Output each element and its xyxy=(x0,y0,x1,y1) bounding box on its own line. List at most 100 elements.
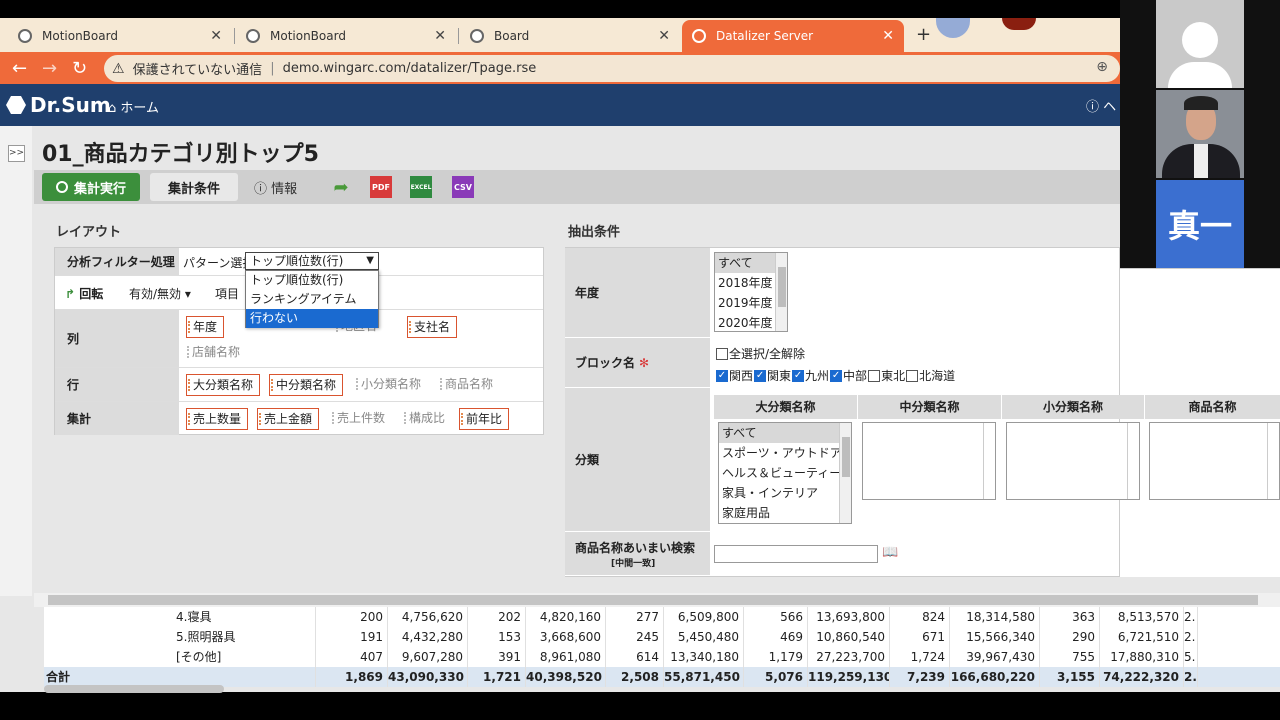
search-label: 商品名称あいまい検索 [中間一致] xyxy=(565,532,710,576)
chip-mid-category[interactable]: 中分類名称 xyxy=(269,374,344,396)
row-label: 行 xyxy=(55,368,179,401)
dropdown-option-highlighted[interactable]: 行わない xyxy=(246,309,378,328)
browser-toolbar: ← → ↻ ⚠ 保護されていない通信 | demo.wingarc.com/da… xyxy=(0,52,1120,84)
tab-close-icon[interactable]: ✕ xyxy=(210,28,222,44)
faded-background-content xyxy=(40,436,560,586)
browser-tab-3[interactable]: Board ✕ xyxy=(460,20,680,52)
chip-major-category[interactable]: 大分類名称 xyxy=(186,374,261,396)
chevron-down-icon: ▼ xyxy=(366,255,374,266)
browser-tab-1[interactable]: MotionBoard ✕ xyxy=(8,20,232,52)
chip-ratio[interactable]: 構成比 xyxy=(403,408,451,430)
product-search-input[interactable] xyxy=(714,545,878,563)
tab-favicon-icon xyxy=(246,29,260,43)
table-scrollbar[interactable] xyxy=(44,685,224,693)
value-cell: 8,961,080 xyxy=(526,647,606,667)
zoom-icon[interactable]: ⊕ xyxy=(1096,59,1108,75)
security-warning-text: 保護されていない通信 xyxy=(132,63,263,78)
chip-sales-amount[interactable]: 売上金額 xyxy=(257,408,320,430)
horizontal-scrollbar[interactable] xyxy=(34,593,1280,607)
block-option-kansai[interactable]: ✓ 関西 xyxy=(716,367,753,384)
expand-sidebar-icon[interactable]: >> xyxy=(8,145,25,162)
year-listbox[interactable]: すべて 2018年度 2019年度 2020年度 xyxy=(714,252,788,332)
required-icon: ✻ xyxy=(639,355,650,370)
value-cell: 469 xyxy=(744,627,808,647)
forward-arrow-icon[interactable]: → xyxy=(42,58,57,79)
value-cell: 2. xyxy=(1184,667,1198,687)
chip-sales-qty[interactable]: 売上数量 xyxy=(186,408,249,430)
value-cell: 200 xyxy=(316,607,388,627)
value-cell: 202 xyxy=(468,607,526,627)
minor-category-listbox[interactable] xyxy=(1006,422,1140,500)
major-category-listbox[interactable]: すべて スポーツ・アウトドア ヘルス＆ビューティー 家具・インテリア 家庭用品 xyxy=(718,422,852,524)
back-arrow-icon[interactable]: ← xyxy=(12,58,27,79)
browser-tab-2[interactable]: MotionBoard ✕ xyxy=(236,20,456,52)
checkbox-icon xyxy=(716,347,728,360)
value-cell: 13,693,800 xyxy=(808,607,890,627)
list-item[interactable]: すべて xyxy=(719,423,851,443)
value-cell: 13,340,180 xyxy=(664,647,744,667)
mid-category-listbox[interactable] xyxy=(862,422,996,500)
chip-store[interactable]: 店舗名称 xyxy=(186,342,246,364)
block-option-tohoku[interactable]: 東北 xyxy=(868,367,905,384)
table-row: [その他] 407 9,607,280 391 8,961,080 614 13,340,1… xyxy=(44,647,1280,667)
select-all-checkbox[interactable]: 全選択/全解除 xyxy=(716,345,806,363)
side-panel xyxy=(0,126,32,596)
checkbox-checked-icon: ✓ xyxy=(716,369,728,382)
book-icon[interactable]: 📖 xyxy=(882,545,898,560)
block-option-hokkaido[interactable]: 北海道 xyxy=(906,367,955,384)
share-arrow-icon[interactable]: ➦ xyxy=(330,176,352,198)
new-tab-icon[interactable]: + xyxy=(916,24,931,45)
chip-year[interactable]: 年度 xyxy=(186,316,225,338)
help-link[interactable]: ⓘ ヘ xyxy=(1086,96,1116,115)
listbox-scrollbar[interactable] xyxy=(839,423,851,523)
participant-video-tile xyxy=(1156,90,1244,178)
product-listbox[interactable] xyxy=(1149,422,1280,500)
reload-icon[interactable]: ↻ xyxy=(72,58,87,79)
block-option-kyushu[interactable]: ✓ 九州 xyxy=(792,367,829,384)
run-aggregation-button[interactable]: 集計実行 xyxy=(42,173,140,201)
value-cell: 55,871,450 xyxy=(664,667,744,687)
chip-minor-category[interactable]: 小分類名称 xyxy=(355,374,427,396)
play-icon xyxy=(55,181,68,193)
home-link[interactable]: ⌂ ホーム xyxy=(108,97,159,116)
value-cell: 166,680,220 xyxy=(950,667,1040,687)
checkbox-icon xyxy=(868,369,881,382)
tab-close-icon[interactable]: ✕ xyxy=(882,28,894,44)
excel-export-icon[interactable]: EXCEL xyxy=(410,176,432,198)
list-item[interactable]: 家庭用品 xyxy=(719,503,851,523)
logo-hex-icon xyxy=(6,96,26,114)
pdf-export-icon[interactable]: PDF xyxy=(370,176,392,198)
items-menu[interactable]: 項目 xyxy=(215,285,239,302)
value-cell: 74,222,320 xyxy=(1100,667,1184,687)
enable-toggle-menu[interactable]: 有効/無効 ▾ xyxy=(129,285,191,302)
conditions-label: 集計条件 xyxy=(167,181,220,197)
listbox-scrollbar[interactable] xyxy=(775,253,787,331)
list-item[interactable]: スポーツ・アウトドア xyxy=(719,443,851,463)
info-button[interactable]: ⓘ 情報 xyxy=(254,178,297,197)
aggregation-conditions-button[interactable]: 集計条件 xyxy=(150,173,238,201)
tab-close-icon[interactable]: ✕ xyxy=(434,28,446,44)
browser-tab-active[interactable]: Datalizer Server ✕ xyxy=(682,20,904,52)
value-cell: 4,820,160 xyxy=(526,607,606,627)
list-item[interactable]: 家具・インテリア xyxy=(719,483,851,503)
chip-product[interactable]: 商品名称 xyxy=(439,374,499,396)
list-item[interactable]: ヘルス＆ビューティー xyxy=(719,463,851,483)
dropdown-option[interactable]: トップ順位数(行) xyxy=(246,271,378,290)
value-cell: 6,721,510 xyxy=(1100,627,1184,647)
rotate-button[interactable]: ↱ 回転 xyxy=(65,285,103,302)
value-cell: 9,607,280 xyxy=(388,647,468,667)
csv-export-icon[interactable]: CSV xyxy=(452,176,474,198)
address-bar[interactable]: ⚠ 保護されていない通信 | demo.wingarc.com/datalize… xyxy=(104,55,1120,82)
tab-label: Board xyxy=(494,29,530,43)
chip-sales-count[interactable]: 売上件数 xyxy=(331,408,391,430)
pattern-select[interactable]: トップ順位数(行) ▼ xyxy=(245,252,379,270)
dropdown-option[interactable]: ランキングアイテム xyxy=(246,290,378,309)
value-cell: 40,398,520 xyxy=(526,667,606,687)
chip-yoy[interactable]: 前年比 xyxy=(459,408,510,430)
chip-branch[interactable]: 支社名 xyxy=(407,316,458,338)
value-cell: 290 xyxy=(1040,627,1100,647)
tab-close-icon[interactable]: ✕ xyxy=(658,28,670,44)
block-option-chubu[interactable]: ✓ 中部 xyxy=(830,367,867,384)
block-label: ブロック名 ✻ xyxy=(565,338,710,388)
block-option-kanto[interactable]: ✓ 関東 xyxy=(754,367,791,384)
